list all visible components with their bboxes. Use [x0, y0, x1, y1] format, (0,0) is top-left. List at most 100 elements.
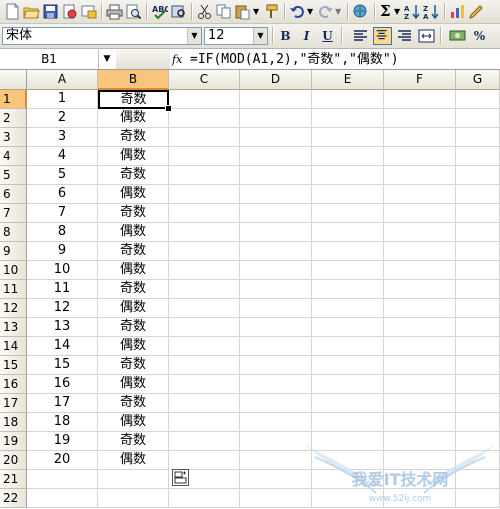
autosum-dropdown-arrow[interactable]: ▼ [394, 2, 400, 20]
cell-empty[interactable] [240, 451, 312, 470]
cell-empty[interactable] [240, 489, 312, 508]
cell-empty[interactable] [240, 299, 312, 318]
sort-ascending-icon[interactable]: AZ [404, 3, 421, 20]
cell-empty[interactable] [384, 356, 456, 375]
cell-empty[interactable] [169, 109, 240, 128]
row-header[interactable]: 19 [0, 432, 27, 451]
cell-empty[interactable] [384, 261, 456, 280]
font-size-dropdown-arrow[interactable]: ▼ [253, 28, 267, 44]
cell-a[interactable]: 8 [27, 223, 98, 242]
cell-empty[interactable] [169, 166, 240, 185]
cell-empty[interactable] [240, 337, 312, 356]
row-header[interactable]: 15 [0, 356, 27, 375]
cell-a[interactable]: 20 [27, 451, 98, 470]
font-dropdown-arrow[interactable]: ▼ [187, 28, 201, 44]
italic-button[interactable]: I [297, 27, 316, 45]
row-header[interactable]: 7 [0, 204, 27, 223]
cell-empty[interactable] [384, 318, 456, 337]
cell-a[interactable]: 17 [27, 394, 98, 413]
cell-empty[interactable] [169, 318, 240, 337]
row-header[interactable]: 3 [0, 128, 27, 147]
cell-empty[interactable] [456, 299, 500, 318]
cell-b[interactable]: 奇数 [98, 128, 169, 147]
cell-b[interactable]: 奇数 [98, 204, 169, 223]
row-header[interactable]: 11 [0, 280, 27, 299]
cell-a[interactable]: 14 [27, 337, 98, 356]
redo-icon[interactable] [317, 3, 334, 20]
cell-empty[interactable] [169, 451, 240, 470]
cell-empty[interactable] [240, 470, 312, 489]
cell-b[interactable] [98, 470, 169, 489]
cell-empty[interactable] [169, 185, 240, 204]
undo-dropdown-arrow[interactable]: ▼ [307, 2, 313, 20]
cell-a[interactable]: 11 [27, 280, 98, 299]
row-header[interactable]: 9 [0, 242, 27, 261]
cell-empty[interactable] [384, 394, 456, 413]
cell-empty[interactable] [384, 375, 456, 394]
font-name-box[interactable]: 宋体 ▼ [2, 27, 202, 45]
cell-empty[interactable] [456, 375, 500, 394]
cell-a[interactable]: 4 [27, 147, 98, 166]
cell-a[interactable]: 19 [27, 432, 98, 451]
redo-dropdown-arrow[interactable]: ▼ [335, 2, 341, 20]
fill-handle[interactable] [165, 105, 172, 112]
permission-icon[interactable] [61, 3, 78, 20]
cell-empty[interactable] [384, 90, 456, 109]
cell-empty[interactable] [456, 280, 500, 299]
cell-empty[interactable] [240, 375, 312, 394]
format-painter-icon[interactable] [263, 3, 280, 20]
cell-b[interactable] [98, 489, 169, 508]
cell-empty[interactable] [456, 242, 500, 261]
cell-empty[interactable] [456, 413, 500, 432]
font-size-box[interactable]: 12 ▼ [204, 27, 268, 45]
hyperlink-icon[interactable] [352, 3, 369, 20]
cell-empty[interactable] [169, 337, 240, 356]
paste-options-button[interactable] [172, 469, 189, 486]
spelling-icon[interactable]: ABC [151, 3, 168, 20]
cell-empty[interactable] [456, 223, 500, 242]
formula-input[interactable]: =IF(MOD(A1,2),"奇数","偶数") [190, 49, 399, 70]
cell-empty[interactable] [312, 375, 384, 394]
cell-b[interactable]: 偶数 [98, 147, 169, 166]
new-document-icon[interactable] [4, 3, 21, 20]
column-header-g[interactable]: G [456, 70, 500, 90]
row-header[interactable]: 1 [0, 90, 27, 109]
cell-empty[interactable] [312, 90, 384, 109]
research-icon[interactable] [170, 3, 187, 20]
cell-empty[interactable] [312, 223, 384, 242]
cell-a[interactable]: 3 [27, 128, 98, 147]
cell-empty[interactable] [312, 318, 384, 337]
cell-empty[interactable] [456, 470, 500, 489]
cell-b[interactable]: 偶数 [98, 337, 169, 356]
cell-empty[interactable] [456, 489, 500, 508]
cell-empty[interactable] [240, 223, 312, 242]
autosum-icon[interactable]: Σ [380, 2, 391, 20]
cell-a[interactable] [27, 489, 98, 508]
paste-dropdown-arrow[interactable]: ▼ [253, 2, 259, 20]
cell-empty[interactable] [456, 356, 500, 375]
cell-empty[interactable] [384, 337, 456, 356]
cell-empty[interactable] [312, 109, 384, 128]
cell-empty[interactable] [384, 204, 456, 223]
cell-b[interactable]: 偶数 [98, 109, 169, 128]
cell-empty[interactable] [456, 147, 500, 166]
align-right-icon[interactable] [395, 27, 414, 45]
row-header[interactable]: 18 [0, 413, 27, 432]
cell-b[interactable]: 奇数 [98, 242, 169, 261]
cell-empty[interactable] [169, 128, 240, 147]
cell-empty[interactable] [240, 318, 312, 337]
cell-empty[interactable] [384, 451, 456, 470]
cell-a[interactable]: 16 [27, 375, 98, 394]
currency-style-icon[interactable] [448, 27, 467, 45]
cell-empty[interactable] [169, 90, 240, 109]
cell-a[interactable]: 6 [27, 185, 98, 204]
cell-empty[interactable] [312, 185, 384, 204]
cell-a[interactable] [27, 470, 98, 489]
chart-wizard-icon[interactable] [449, 3, 466, 20]
select-all-corner[interactable] [0, 70, 27, 90]
cell-empty[interactable] [312, 128, 384, 147]
cell-empty[interactable] [312, 489, 384, 508]
row-header[interactable]: 14 [0, 337, 27, 356]
save-icon[interactable] [42, 3, 59, 20]
row-header[interactable]: 22 [0, 489, 27, 508]
